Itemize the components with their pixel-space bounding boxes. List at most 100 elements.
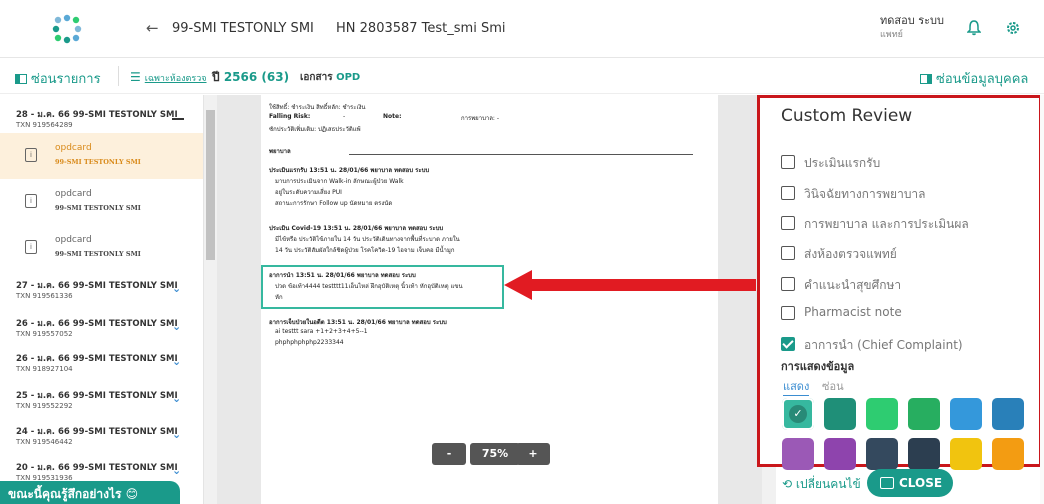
color-swatch[interactable] xyxy=(992,438,1024,470)
card-sub: 99-SMI TESTONLY SMI xyxy=(55,204,141,212)
color-swatch[interactable] xyxy=(992,398,1024,430)
year-value: 2566 (63) xyxy=(223,70,290,84)
visit-title: 26 - ม.ค. 66 99-SMI TESTONLY SMI xyxy=(16,319,178,329)
color-swatch[interactable] xyxy=(950,398,982,430)
collapse-icon[interactable] xyxy=(172,118,184,120)
doc-line: ซักประวัติเพิ่มเติม: ปฏิเสธประวัติแพ้ xyxy=(269,126,361,133)
document-icon: i xyxy=(25,148,37,162)
visit-title: 24 - ม.ค. 66 99-SMI TESTONLY SMI xyxy=(16,427,178,437)
color-swatch[interactable] xyxy=(908,438,940,470)
document-icon: i xyxy=(25,194,37,208)
filter-button[interactable]: ☰ เฉพาะห้องตรวจ xyxy=(130,70,207,85)
year-prefix: ปี xyxy=(212,70,220,84)
document-icon: i xyxy=(25,240,37,254)
opdcard-item[interactable]: i opdcard 99-SMI TESTONLY SMI xyxy=(0,225,203,271)
color-swatch[interactable] xyxy=(950,438,982,470)
user-info[interactable]: ทดสอบ ระบบ แพทย์ xyxy=(880,13,944,43)
doc-line: อาการเจ็บป่วยในอดีต 13:51 น. 28/01/66 พย… xyxy=(269,319,447,326)
chevron-down-icon[interactable]: ⌄ xyxy=(172,320,181,333)
checkbox[interactable] xyxy=(781,306,795,320)
doc-line: ประเมินแรกรับ 13:51 น. 28/01/66 พยาบาล ท… xyxy=(269,167,430,174)
bell-icon[interactable] xyxy=(967,20,981,36)
color-swatch[interactable] xyxy=(824,438,856,470)
doc-label: เอกสาร xyxy=(300,72,333,83)
checkbox-label[interactable]: ประเมินแรกรับ xyxy=(804,154,880,173)
checkbox[interactable] xyxy=(781,216,795,230)
chevron-down-icon[interactable]: ⌄ xyxy=(172,282,181,295)
checkbox-label[interactable]: วินิจฉัยทางการพยาบาล xyxy=(804,185,926,204)
check-icon: ✓ xyxy=(789,405,807,423)
chevron-down-icon[interactable]: ⌄ xyxy=(172,428,181,441)
card-label: opdcard xyxy=(55,143,92,153)
list-scroll-thumb[interactable] xyxy=(206,110,215,260)
checkbox[interactable] xyxy=(781,246,795,260)
doc-line: ai testtt sara +1+2+3+4+5--1 xyxy=(275,328,368,335)
doc-line: ใช้สิทธิ์: ชำระเงิน สิทธิ์หลัก: ชำระเงิน xyxy=(269,104,366,111)
checkbox[interactable] xyxy=(781,155,795,169)
hide-list-label: ซ่อนรายการ xyxy=(31,72,101,87)
doc-line: มาบการประเมินจาก Walk-in ลักษณะผู้ป่วย W… xyxy=(275,178,404,185)
swap-patient-button[interactable]: ⟲ เปลี่ยนคนไข้ xyxy=(782,475,861,494)
tab-show[interactable]: แสดง xyxy=(783,377,810,396)
color-swatch[interactable] xyxy=(866,398,898,430)
visit-item[interactable]: 27 - ม.ค. 66 99-SMI TESTONLY SMI TXN 919… xyxy=(0,278,203,300)
user-name: ทดสอบ ระบบ xyxy=(880,14,944,27)
tab-hide[interactable]: ซ่อน xyxy=(822,377,844,395)
doc-line: มีไข้หรือ ประวัติไข้ภายใน 14 วัน ประวัติ… xyxy=(275,236,460,243)
hide-personal-button[interactable]: ซ่อนข้อมูลบุคคล xyxy=(920,68,1028,89)
visit-item[interactable]: 26 - ม.ค. 66 99-SMI TESTONLY SMI TXN 918… xyxy=(0,351,203,373)
visit-item[interactable]: 24 - ม.ค. 66 99-SMI TESTONLY SMI TXN 919… xyxy=(0,424,203,446)
zoom-level: 75% xyxy=(470,443,520,465)
doc-line: สถานะการรักษา Follow up นัดหมาย ตรงนัด xyxy=(275,200,393,207)
chevron-down-icon[interactable]: ⌄ xyxy=(172,355,181,368)
panel-icon xyxy=(920,74,932,84)
section-divider xyxy=(349,154,693,155)
visit-item[interactable]: 25 - ม.ค. 66 99-SMI TESTONLY SMI TXN 919… xyxy=(0,388,203,410)
patient-name: 99-SMI TESTONLY SMI xyxy=(172,21,314,36)
hide-personal-label: ซ่อนข้อมูลบุคคล xyxy=(936,72,1029,87)
color-swatch[interactable]: ✓ xyxy=(782,398,814,430)
visit-item[interactable]: 20 - ม.ค. 66 99-SMI TESTONLY SMI TXN 919… xyxy=(0,460,203,482)
doc-line: 14 วัน ประวัติสัมผัสใกล้ชิดผู้ป่วย โรคโค… xyxy=(275,247,455,254)
checkbox-label[interactable]: คำแนะนำสุขศึกษา xyxy=(804,276,901,295)
panel-icon xyxy=(15,74,27,84)
red-arrow-icon xyxy=(504,270,756,300)
visit-title: 25 - ม.ค. 66 99-SMI TESTONLY SMI xyxy=(16,391,178,401)
user-role: แพทย์ xyxy=(880,30,903,40)
checkbox-label[interactable]: อาการนำ (Chief Complaint) xyxy=(804,336,963,355)
chevron-down-icon[interactable]: ⌄ xyxy=(172,392,181,405)
zoom-out-button[interactable]: - xyxy=(432,443,466,465)
color-swatch[interactable] xyxy=(908,398,940,430)
back-arrow-icon[interactable]: ← xyxy=(146,19,159,37)
feedback-button[interactable]: ขณะนี้คุณรู้สึกอย่างไร 😊 xyxy=(0,481,180,504)
opdcard-item[interactable]: i opdcard 99-SMI TESTONLY SMI xyxy=(0,179,203,225)
patient-title: 99-SMI TESTONLY SMI HN 2803587 Test_smi … xyxy=(172,21,524,36)
checkbox[interactable] xyxy=(781,186,795,200)
hide-list-button[interactable]: ซ่อนรายการ xyxy=(15,68,101,89)
opdcard-item[interactable]: i opdcard 99-SMI TESTONLY SMI xyxy=(0,133,203,179)
color-swatch[interactable] xyxy=(866,438,898,470)
app-logo xyxy=(52,14,82,44)
checkbox-label[interactable]: Pharmacist note xyxy=(804,305,902,319)
checkbox-label[interactable]: การพยาบาล และการประเมินผล xyxy=(804,215,969,234)
swap-user-icon: ⟲ xyxy=(782,477,793,491)
visit-title: 26 - ม.ค. 66 99-SMI TESTONLY SMI xyxy=(16,354,178,364)
checkbox-label[interactable]: ส่งห้องตรวจแพทย์ xyxy=(804,245,897,264)
doc-type: OPD xyxy=(336,72,361,83)
visit-item[interactable]: 28 - ม.ค. 66 99-SMI TESTONLY SMI TXN 919… xyxy=(0,107,203,129)
year-selector[interactable]: ปี 2566 (63) xyxy=(212,68,289,87)
doc-line: Falling Risk: xyxy=(269,113,311,120)
card-sub: 99-SMI TESTONLY SMI xyxy=(55,158,141,166)
color-swatch[interactable] xyxy=(782,438,814,470)
zoom-in-button[interactable]: + xyxy=(516,443,550,465)
chevron-down-icon[interactable]: ⌄ xyxy=(172,464,181,477)
chief-complaint-highlight xyxy=(261,265,504,309)
checkbox-checked[interactable] xyxy=(781,337,795,351)
gear-icon[interactable] xyxy=(1005,20,1021,36)
visit-item[interactable]: 26 - ม.ค. 66 99-SMI TESTONLY SMI TXN 919… xyxy=(0,316,203,338)
doc-line: อยู่ในระดับความเสี่ยง PUI xyxy=(275,189,342,196)
document-type[interactable]: เอกสาร OPD xyxy=(300,70,360,85)
toolbar-divider xyxy=(118,66,119,86)
checkbox[interactable] xyxy=(781,277,795,291)
color-swatch[interactable] xyxy=(824,398,856,430)
